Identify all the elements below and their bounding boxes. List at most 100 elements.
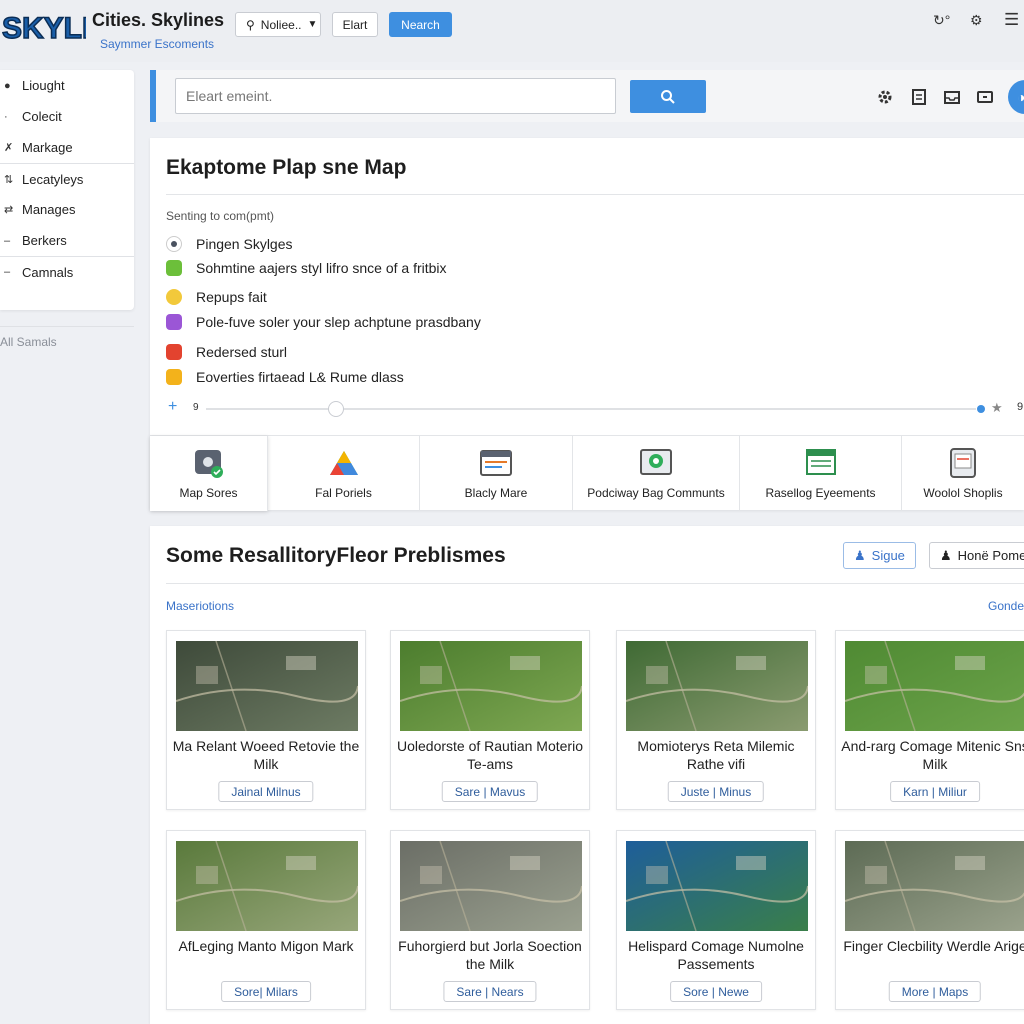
aerial-map-thumbnail[interactable]: [845, 841, 1024, 931]
tile-tag-button[interactable]: Sore | Newe: [670, 981, 762, 1002]
link-right[interactable]: Gonde: [988, 599, 1024, 613]
sidebar: ● Liought · Colecit ✗ Markage ⇅ Lecatyleys ⇄…: [0, 70, 134, 310]
menu-icon[interactable]: ☰: [1004, 10, 1019, 30]
person-icon: ♟: [940, 547, 952, 563]
tile-title: Helispard Comage Numolne Passements: [628, 938, 804, 972]
option-label: Sohmtine aajers styl lifro snce of a fri…: [196, 260, 447, 276]
category-tab[interactable]: Rasellog Eyeements: [740, 436, 902, 511]
aerial-map-thumbnail[interactable]: [176, 841, 358, 931]
sidebar-item-manages[interactable]: ⇄ Manages: [0, 194, 134, 225]
slider-end-dot[interactable]: [977, 405, 985, 413]
aerial-map-thumbnail[interactable]: [626, 641, 808, 731]
category-tab[interactable]: Podciway Bag Communts: [573, 436, 740, 511]
signup-button[interactable]: ♟ Sigue: [843, 542, 916, 569]
sidebar-item-markage[interactable]: ✗ Markage: [0, 132, 134, 163]
sidebar-item-colecit[interactable]: · Colecit: [0, 101, 134, 132]
app-subtitle[interactable]: Saymmer Escoments: [100, 37, 214, 51]
result-tile[interactable]: Uoledorste of Rautian Moterio Te-ams Sare…: [390, 630, 590, 810]
category-label: Blacly Mare: [464, 486, 528, 500]
tools-icon: ✗: [4, 142, 14, 154]
sidebar-item-label: Colecit: [22, 109, 62, 124]
option-item[interactable]: Redersed sturl: [166, 344, 287, 360]
option-label: Eoverties firtaead L& Rume dlass: [196, 369, 404, 385]
category-label: Map Sores: [179, 486, 238, 500]
tile-tag-button[interactable]: More | Maps: [888, 981, 982, 1002]
result-tile[interactable]: Momioterys Reta Milemic Rathe vifi Juste …: [616, 630, 816, 810]
monitor-icon[interactable]: [976, 88, 994, 106]
sidebar-item-label: Markage: [22, 140, 73, 155]
sheet-icon: [805, 449, 836, 475]
triangle-icon: [329, 451, 358, 475]
options-label: Senting to com(pmt): [166, 209, 275, 223]
category-tab[interactable]: Blacly Mare: [420, 436, 573, 511]
sidebar-footer[interactable]: All Samals: [0, 326, 134, 349]
plus-icon[interactable]: +: [168, 398, 177, 416]
option-item[interactable]: Eoverties firtaead L& Rume dlass: [166, 369, 404, 385]
logo-text: SKYLINES: [2, 12, 86, 45]
app-logo[interactable]: SKYLINES: [0, 0, 153, 54]
tile-tag-button[interactable]: Sare | Mavus: [441, 781, 539, 802]
option-item[interactable]: Repups fait: [166, 289, 267, 305]
search-input[interactable]: Eleart emeint.: [175, 78, 616, 114]
result-tile[interactable]: AfLeging Manto Migon Mark Sore| Milars: [166, 830, 366, 1010]
aerial-map-thumbnail[interactable]: [845, 641, 1024, 731]
category-tab[interactable]: Map Sores: [150, 436, 268, 511]
aerial-map-thumbnail[interactable]: [626, 841, 808, 931]
filter-select[interactable]: ⚲ Noliee.. ▼: [235, 12, 321, 37]
document-icon[interactable]: [910, 88, 928, 106]
refresh-icon[interactable]: ↻°: [933, 12, 950, 29]
dash-icon: –: [4, 266, 11, 278]
category-tab[interactable]: Woolol Shoplis: [902, 436, 1024, 511]
sidebar-item-camnals[interactable]: – Camnals: [0, 256, 134, 287]
elart-button[interactable]: Elart: [332, 12, 378, 37]
tile-tag-button[interactable]: Sare | Nears: [443, 981, 537, 1002]
tile-title: And-rarg Comage Mitenic Sns Milk: [841, 738, 1024, 772]
sidebar-item-berkers[interactable]: – Berkers: [0, 225, 134, 256]
result-tile[interactable]: Fuhorgierd but Jorla Soection the Milk Sa…: [390, 830, 590, 1010]
sidebar-item-label: Camnals: [22, 264, 74, 280]
sidebar-item-liought[interactable]: ● Liought: [0, 70, 134, 101]
category-label: Podciway Bag Communts: [587, 486, 725, 500]
tile-tag-button[interactable]: Juste | Minus: [667, 781, 765, 802]
gear-icon[interactable]: [876, 88, 894, 106]
zoom-slider[interactable]: + 9 ★ 9: [168, 398, 1024, 418]
result-tile[interactable]: And-rarg Comage Mitenic Sns Milk Karn | M…: [835, 630, 1024, 810]
aerial-map-thumbnail[interactable]: [176, 641, 358, 731]
slider-track[interactable]: [206, 408, 976, 410]
search-button[interactable]: [630, 80, 706, 113]
sidebar-item-label: Lecatyleys: [22, 171, 84, 187]
settings-icon[interactable]: ⚙: [970, 12, 983, 29]
filter-select-value: Noliee..: [260, 17, 302, 32]
tile-title: Ma Relant Woeed Retovie the Milk: [172, 738, 360, 772]
pin-icon: [166, 236, 182, 252]
star-icon[interactable]: ★: [991, 400, 1003, 416]
search-placeholder: Eleart emeint.: [186, 88, 273, 104]
option-item[interactable]: Pole-fuve soler your slep achptune prasd…: [166, 314, 481, 330]
tile-tag-button[interactable]: Jainal Milnus: [218, 781, 314, 802]
option-item[interactable]: Pingen Skylges: [166, 236, 293, 252]
nearch-button[interactable]: Nearch: [389, 12, 452, 37]
aerial-map-thumbnail[interactable]: [400, 841, 582, 931]
tile-tag-button[interactable]: Sore| Milars: [221, 981, 311, 1002]
option-item[interactable]: Sohmtine aajers styl lifro snce of a fri…: [166, 260, 447, 276]
link-left[interactable]: Maseriotions: [166, 599, 234, 613]
slider-min-label: 9: [193, 402, 199, 413]
swap-icon: ⇄: [4, 204, 14, 216]
result-tile[interactable]: Ma Relant Woeed Retovie the Milk Jainal M…: [166, 630, 366, 810]
tile-tag-button[interactable]: Karn | Miliur: [890, 781, 980, 802]
category-tab[interactable]: Fal Poriels: [268, 436, 420, 511]
signup-label: Sigue: [871, 548, 905, 563]
result-tile[interactable]: Finger Clecbility Werdle Arige More | Map…: [835, 830, 1024, 1010]
home-button[interactable]: ♟ Honë Pome: [929, 542, 1024, 569]
option-label: Pole-fuve soler your slep achptune prasd…: [196, 314, 481, 330]
slider-handle[interactable]: [328, 401, 344, 417]
result-tile[interactable]: Helispard Comage Numolne Passements Sore …: [616, 830, 816, 1010]
sidebar-item-lecatyleys[interactable]: ⇅ Lecatyleys: [0, 163, 134, 194]
profile-button[interactable]: ◑: [1008, 80, 1024, 114]
map-pin-icon: [194, 450, 223, 478]
aerial-map-thumbnail[interactable]: [400, 641, 582, 731]
tile-title: Finger Clecbility Werdle Arige: [843, 938, 1024, 954]
inbox-icon[interactable]: [943, 88, 961, 106]
divider: [166, 194, 1024, 195]
star-icon: [166, 369, 182, 385]
